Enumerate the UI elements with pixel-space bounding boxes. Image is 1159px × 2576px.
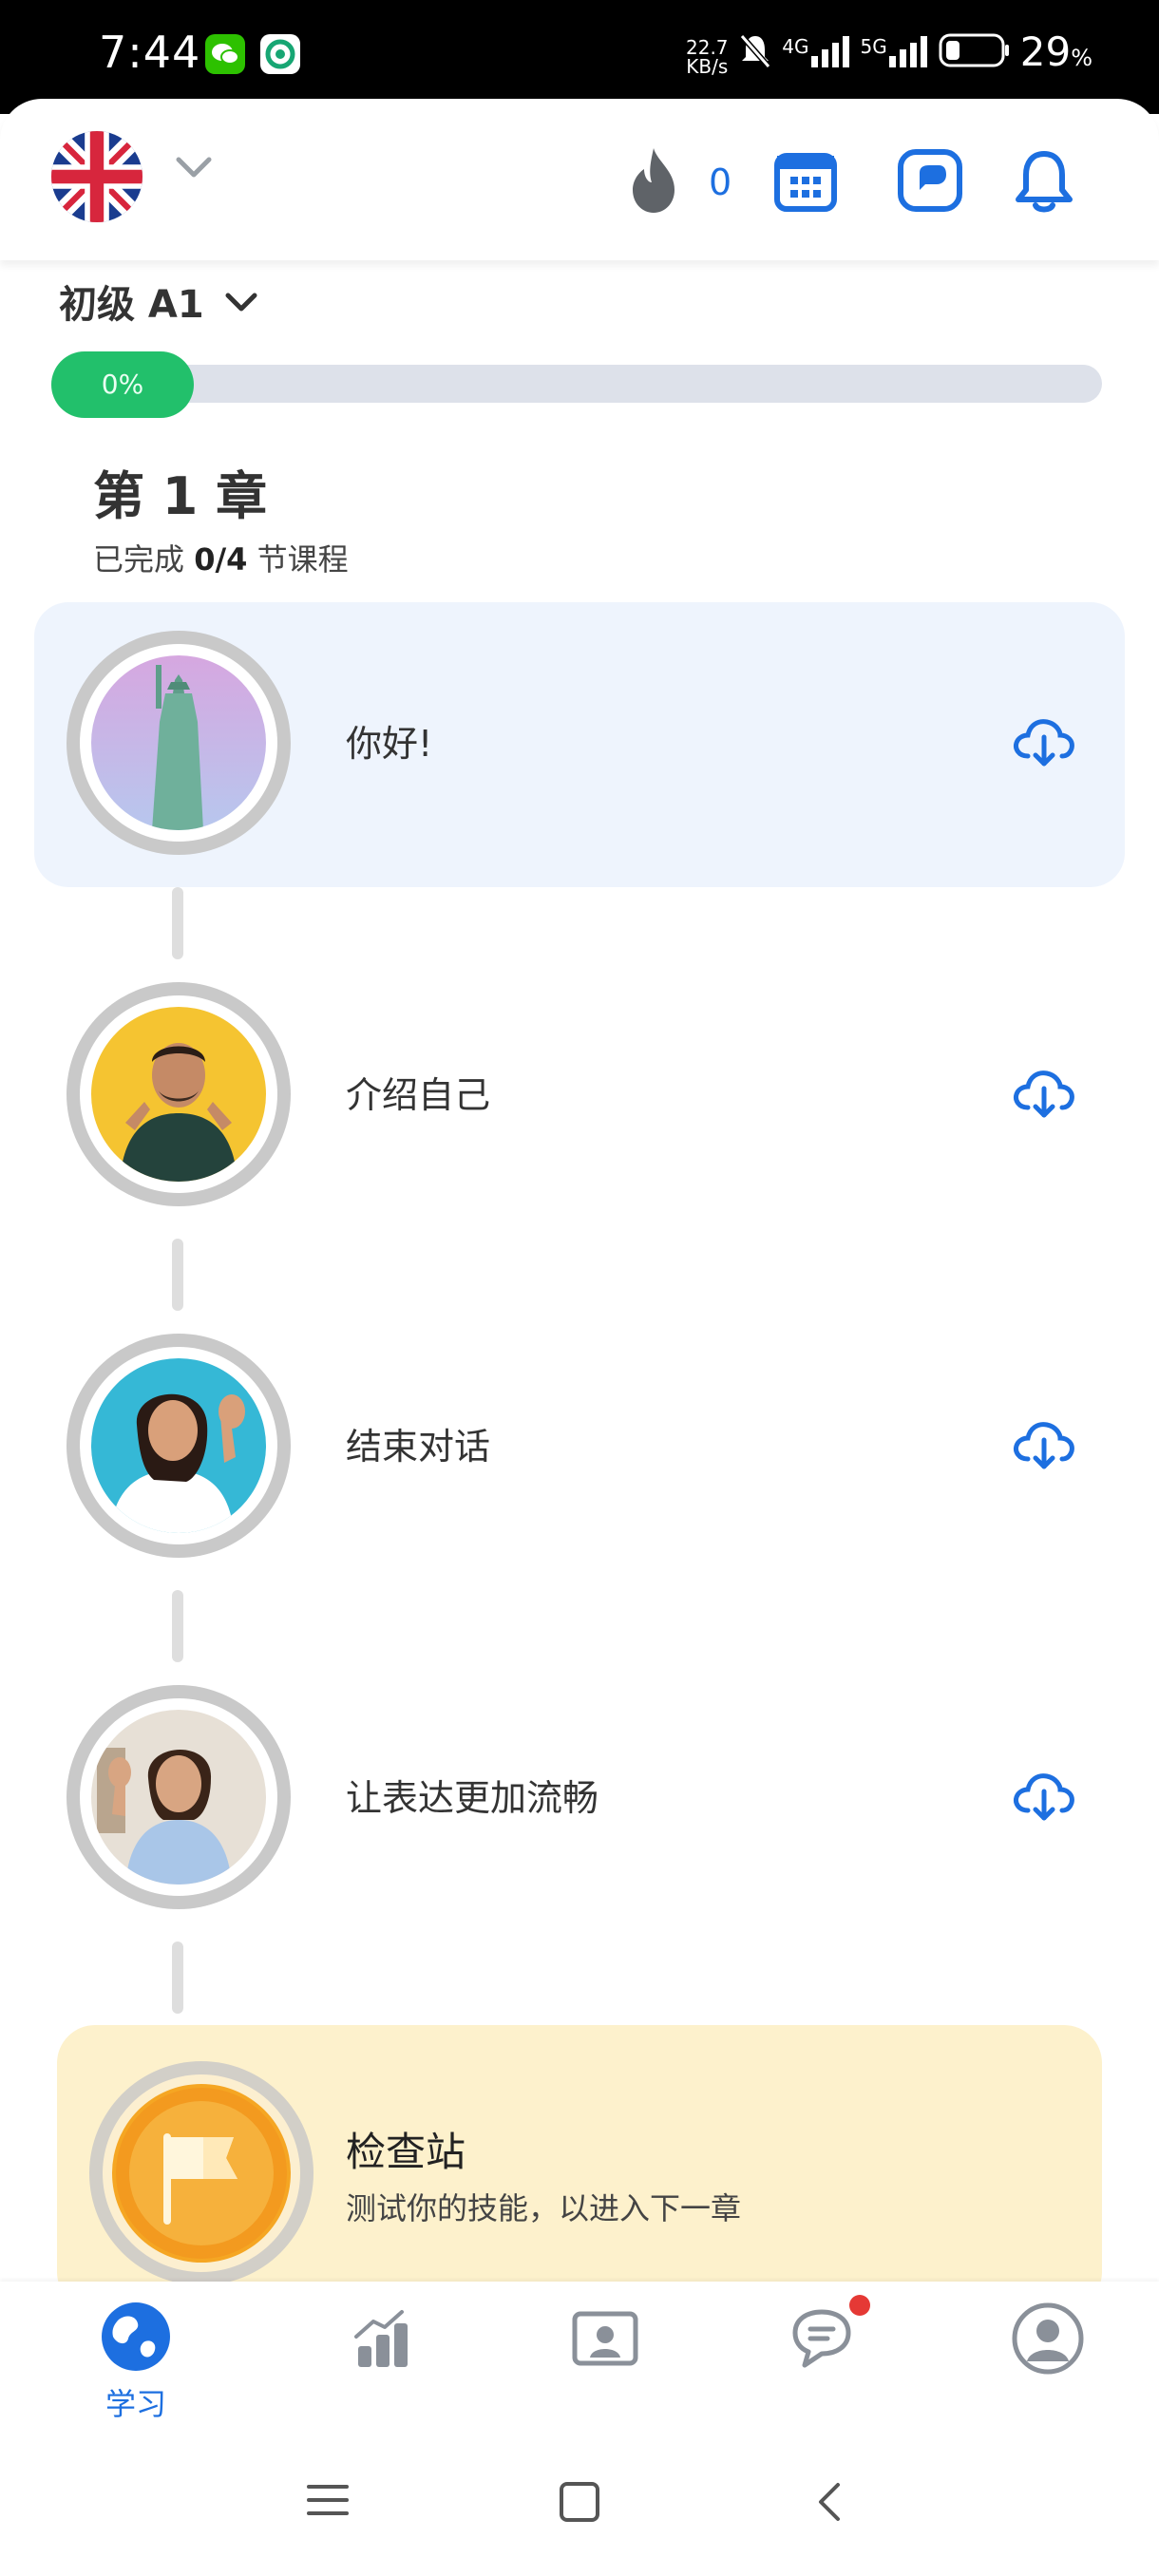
streak-flame-icon[interactable] — [625, 146, 682, 218]
network-speed: 22.7 KB/s — [686, 36, 729, 78]
lesson-progress-ring — [66, 631, 291, 855]
level-progress-bar: 0% — [51, 351, 1102, 418]
lesson-item[interactable]: 结束对话 — [34, 1305, 1125, 1590]
path-connector — [172, 1941, 183, 2014]
lesson-title: 让表达更加流畅 — [346, 1777, 599, 1819]
level-label: 初级 A1 — [59, 283, 204, 327]
chapter-progress-text: 已完成 0/4 节课程 — [93, 541, 349, 578]
bottom-navigation: 学习 — [0, 2282, 1159, 2576]
system-home-icon[interactable] — [559, 2481, 600, 2527]
statue-of-liberty-image — [91, 655, 266, 830]
level-chevron-down-icon — [225, 279, 257, 323]
lesson-progress-ring — [66, 982, 291, 1206]
app-notification-icon — [260, 34, 300, 74]
man-pointing-image — [91, 1007, 266, 1182]
user-avatar-icon — [977, 2301, 1119, 2378]
nav-profile[interactable] — [977, 2301, 1119, 2378]
system-back-icon[interactable] — [815, 2481, 844, 2527]
mute-icon — [738, 32, 772, 72]
download-cloud-icon[interactable] — [1011, 714, 1077, 771]
nav-learn-label: 学习 — [104, 2386, 166, 2422]
path-connector — [172, 1239, 183, 1311]
checkpoint-subtitle: 测试你的技能，以进入下一章 — [346, 2190, 742, 2226]
woman-waving-image — [91, 1358, 266, 1533]
battery-icon — [939, 31, 1011, 73]
nav-community[interactable] — [534, 2301, 676, 2371]
nav-learn[interactable]: 学习 — [65, 2301, 207, 2424]
lesson-title: 结束对话 — [346, 1426, 491, 1468]
lesson-progress-ring — [66, 1685, 291, 1909]
lesson-item[interactable]: 让表达更加流畅 — [34, 1657, 1125, 1941]
woman-waving-desk-image — [91, 1710, 266, 1885]
language-chevron-down-icon[interactable] — [175, 156, 213, 184]
checkpoint-title: 检查站 — [346, 2129, 466, 2175]
path-connector — [172, 1590, 183, 1662]
download-cloud-icon[interactable] — [1011, 1417, 1077, 1474]
level-progress-text: 0% — [51, 351, 194, 418]
uk-flag-icon[interactable] — [51, 131, 142, 222]
bar-chart-icon — [312, 2301, 454, 2373]
notification-bell-icon[interactable] — [1013, 148, 1075, 218]
lesson-title: 你好! — [346, 723, 433, 765]
lesson-item[interactable]: 介绍自己 — [34, 954, 1125, 1239]
chapter-title: 第 1 章 — [93, 466, 268, 526]
chat-bubbles-icon — [754, 2295, 897, 2377]
status-bar: 7:44 22.7 KB/s 4G 5G 29% — [0, 0, 1159, 114]
lesson-item[interactable]: 你好! — [34, 602, 1125, 887]
status-icons: 4G 5G 29% — [738, 28, 1092, 75]
signal-5g-icon: 5G — [861, 35, 929, 69]
streak-count: 0 — [709, 161, 732, 203]
lesson-progress-ring — [66, 1334, 291, 1558]
chat-bubble-icon[interactable] — [897, 148, 963, 217]
nav-progress[interactable] — [312, 2301, 454, 2373]
checkpoint-card[interactable]: 检查站 测试你的技能，以进入下一章 — [57, 2025, 1102, 2310]
download-cloud-icon[interactable] — [1011, 1066, 1077, 1123]
globe-icon — [65, 2301, 207, 2377]
lesson-title: 介绍自己 — [346, 1074, 491, 1116]
calendar-icon[interactable] — [773, 148, 838, 217]
checkpoint-ring — [89, 2061, 314, 2285]
notification-dot — [849, 2295, 870, 2316]
app-header: 0 — [0, 99, 1159, 260]
status-time: 7:44 — [99, 27, 201, 78]
battery-percent: 29% — [1019, 28, 1092, 75]
path-connector — [172, 887, 183, 959]
system-menu-icon[interactable] — [306, 2481, 350, 2523]
nav-chat[interactable] — [754, 2295, 897, 2377]
level-selector[interactable]: 初级 A1 — [59, 274, 257, 329]
signal-4g-icon: 4G — [782, 35, 850, 69]
profile-card-icon — [534, 2301, 676, 2371]
checkpoint-flag-icon — [112, 2084, 291, 2263]
wechat-icon — [205, 34, 245, 74]
download-cloud-icon[interactable] — [1011, 1769, 1077, 1826]
